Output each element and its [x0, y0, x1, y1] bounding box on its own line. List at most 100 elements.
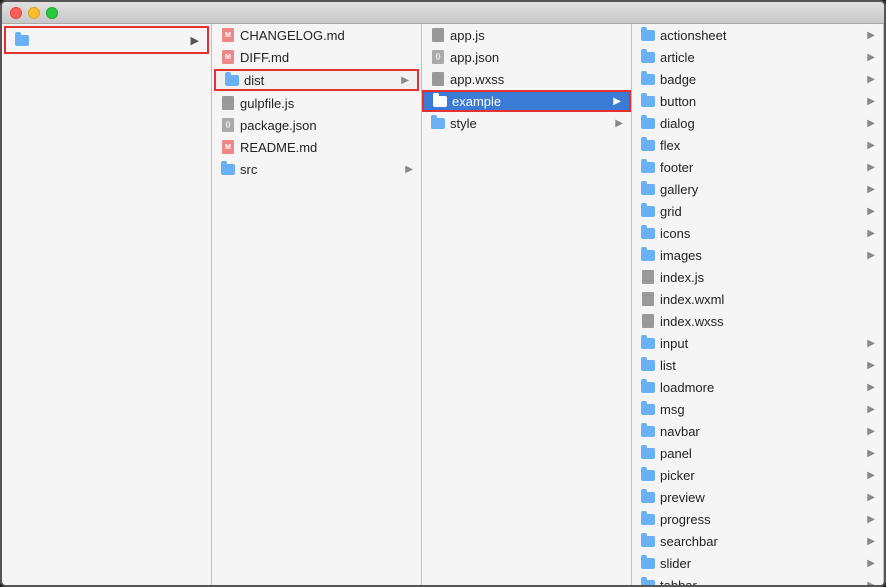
list-item[interactable]: example▶ [422, 90, 631, 112]
chevron-right-icon: ▶ [867, 140, 875, 151]
item-label: flex [660, 138, 863, 153]
list-item[interactable]: tabbar▶ [632, 574, 883, 585]
list-item[interactable]: slider▶ [632, 552, 883, 574]
list-item[interactable]: footer▶ [632, 156, 883, 178]
list-item[interactable]: M README.md [212, 136, 421, 158]
chevron-right-icon: ▶ [867, 382, 875, 393]
list-item[interactable]: src ▶ [212, 158, 421, 180]
chevron-right-icon: ▶ [867, 118, 875, 129]
list-item[interactable]: grid▶ [632, 200, 883, 222]
item-label: navbar [660, 424, 863, 439]
list-item[interactable]: style▶ [422, 112, 631, 134]
list-item[interactable]: msg ▶ [632, 398, 883, 420]
item-label: style [450, 116, 611, 131]
close-button[interactable] [10, 7, 22, 19]
list-item[interactable]: index.js [632, 266, 883, 288]
folder-icon [433, 96, 447, 107]
folder-icon [641, 96, 655, 107]
list-item[interactable]: images▶ [632, 244, 883, 266]
list-item[interactable]: icons▶ [632, 222, 883, 244]
list-item[interactable]: progress▶ [632, 508, 883, 530]
chevron-right-icon: ▶ [867, 96, 875, 107]
list-item[interactable]: MDIFF.md [212, 46, 421, 68]
list-item[interactable]: app.js [422, 24, 631, 46]
folder-icon [641, 558, 655, 569]
item-label: app.wxss [450, 72, 623, 87]
js-icon [222, 96, 234, 110]
folder-icon [641, 404, 655, 415]
item-label: CHANGELOG.md [240, 28, 413, 43]
list-item[interactable]: preview▶ [632, 486, 883, 508]
item-label: index.wxss [660, 314, 875, 329]
list-item[interactable]: actionsheet▶ [632, 24, 883, 46]
chevron-right-icon: ▶ [405, 164, 413, 175]
list-item[interactable]: {}package.json [212, 114, 421, 136]
column-3: app.js{}app.jsonapp.wxssexample▶style▶ [422, 24, 632, 585]
list-item[interactable]: badge ▶ [632, 68, 883, 90]
list-item[interactable]: button ▶ [632, 90, 883, 112]
folder-icon [641, 118, 655, 129]
chevron-right-icon: ▶ [867, 514, 875, 525]
item-label: badge [660, 72, 863, 87]
list-item[interactable]: dist▶ [214, 69, 419, 91]
folder-icon [641, 448, 655, 459]
list-item[interactable]: searchbar▶ [632, 530, 883, 552]
item-label: gulpfile.js [240, 96, 413, 111]
wxml-icon [642, 292, 654, 306]
chevron-right-icon: ▶ [613, 96, 621, 107]
list-item[interactable]: loadmore ▶ [632, 376, 883, 398]
list-item[interactable]: gulpfile.js [212, 92, 421, 114]
folder-icon [641, 162, 655, 173]
folder-icon [225, 75, 239, 86]
list-item[interactable]: picker▶ [632, 464, 883, 486]
item-label: dist [244, 73, 397, 88]
list-item[interactable]: gallery▶ [632, 178, 883, 200]
item-label: gallery [660, 182, 863, 197]
folder-icon [641, 492, 655, 503]
item-label: icons [660, 226, 863, 241]
md-icon: M [222, 140, 234, 154]
folder-icon [641, 250, 655, 261]
item-label: index.js [660, 270, 875, 285]
chevron-right-icon: ▶ [867, 426, 875, 437]
list-item[interactable]: index.wxss [632, 310, 883, 332]
list-item[interactable]: index.wxml [632, 288, 883, 310]
item-label: footer [660, 160, 863, 175]
root-item[interactable]: ▶ [4, 26, 209, 54]
folder-icon [221, 164, 235, 175]
item-label: loadmore [660, 380, 863, 395]
item-label: src [240, 162, 401, 177]
list-item[interactable]: panel▶ [632, 442, 883, 464]
js-icon [432, 28, 444, 42]
list-item[interactable]: app.wxss [422, 68, 631, 90]
md-icon: M [222, 28, 234, 42]
list-item[interactable]: dialog ▶ [632, 112, 883, 134]
chevron-right-icon: ▶ [867, 360, 875, 371]
item-label: dialog [660, 116, 863, 131]
chevron-right-icon: ▶ [867, 206, 875, 217]
minimize-button[interactable] [28, 7, 40, 19]
item-label: README.md [240, 140, 413, 155]
folder-icon [431, 118, 445, 129]
list-item[interactable]: list▶ [632, 354, 883, 376]
list-item[interactable]: {}app.json [422, 46, 631, 68]
item-label: index.wxml [660, 292, 875, 307]
column-4: actionsheet▶article▶ badge ▶ button ▶ dialog ▶… [632, 24, 884, 585]
chevron-right-icon: ▶ [867, 404, 875, 415]
list-item[interactable]: flex ▶ [632, 134, 883, 156]
chevron-right-icon: ▶ [867, 558, 875, 569]
chevron-right-icon: ▶ [867, 580, 875, 586]
maximize-button[interactable] [46, 7, 58, 19]
list-item[interactable]: M CHANGELOG.md [212, 24, 421, 46]
list-item[interactable]: input▶ [632, 332, 883, 354]
item-label: DIFF.md [240, 50, 413, 65]
item-label: searchbar [660, 534, 863, 549]
folder-icon [641, 426, 655, 437]
js-icon [642, 270, 654, 284]
list-item[interactable]: navbar ▶ [632, 420, 883, 442]
item-label: button [660, 94, 863, 109]
item-label: msg [660, 402, 863, 417]
chevron-right-icon: ▶ [867, 74, 875, 85]
list-item[interactable]: article▶ [632, 46, 883, 68]
item-label: app.json [450, 50, 623, 65]
